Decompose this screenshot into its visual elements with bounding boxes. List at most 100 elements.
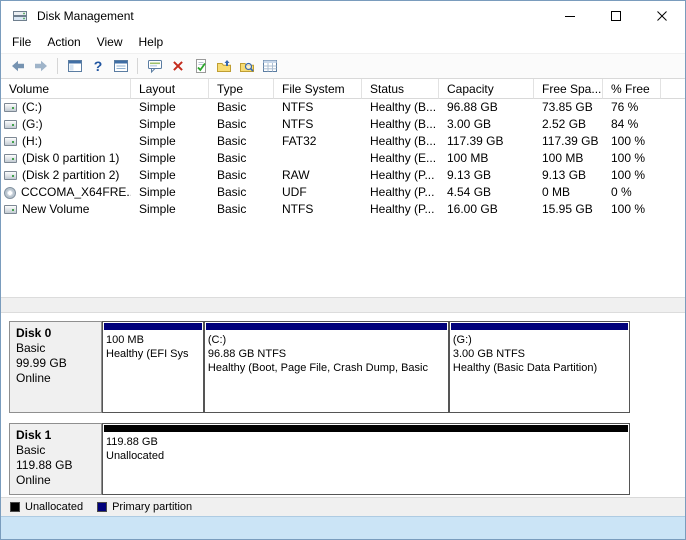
legend-swatch bbox=[10, 502, 20, 512]
cell-type: Basic bbox=[209, 133, 274, 150]
legend-swatch bbox=[97, 502, 107, 512]
partition-region[interactable]: (C:)96.88 GB NTFSHealthy (Boot, Page Fil… bbox=[204, 321, 449, 413]
menu-view[interactable]: View bbox=[89, 33, 131, 51]
partition-label: 3.00 GB NTFS bbox=[450, 347, 629, 361]
volume-name: CCCOMA_X64FRE... bbox=[21, 184, 131, 201]
title-bar-drag-area[interactable] bbox=[134, 1, 547, 31]
cd-drive-icon bbox=[4, 187, 16, 199]
disk-management-app-icon bbox=[12, 8, 28, 24]
legend-label: Unallocated bbox=[25, 501, 83, 513]
volume-table-body: (C:)SimpleBasicNTFSHealthy (B...96.88 GB… bbox=[1, 99, 685, 218]
disk-type: Basic bbox=[16, 341, 95, 356]
menu-help[interactable]: Help bbox=[131, 33, 172, 51]
back-icon[interactable] bbox=[6, 55, 29, 77]
volume-row[interactable]: (C:)SimpleBasicNTFSHealthy (B...96.88 GB… bbox=[1, 99, 685, 116]
column-header-free[interactable]: % Free bbox=[603, 79, 661, 99]
unallocated-region[interactable]: 119.88 GBUnallocated bbox=[102, 423, 630, 495]
cell-volume: New Volume bbox=[1, 201, 131, 218]
cell-free-spa: 9.13 GB bbox=[534, 167, 603, 184]
column-header-free-spa[interactable]: Free Spa... bbox=[534, 79, 603, 99]
cell-status: Healthy (E... bbox=[362, 150, 439, 167]
folder-search-icon[interactable] bbox=[235, 55, 258, 77]
cell-file-system: FAT32 bbox=[274, 133, 362, 150]
disk-header-disk-0[interactable]: Disk 0Basic99.99 GBOnline bbox=[9, 321, 102, 413]
unallocated-color-band bbox=[104, 425, 628, 432]
column-header-volume[interactable]: Volume bbox=[1, 79, 131, 99]
disk-size: 119.88 GB bbox=[16, 458, 95, 473]
volume-name: (H:) bbox=[22, 133, 42, 150]
partition-region[interactable]: (G:)3.00 GB NTFSHealthy (Basic Data Part… bbox=[449, 321, 630, 413]
partition-region[interactable]: 100 MBHealthy (EFI Sys bbox=[102, 321, 204, 413]
cell-volume: (G:) bbox=[1, 116, 131, 133]
minimize-button[interactable] bbox=[547, 1, 593, 31]
cell-volume: (H:) bbox=[1, 133, 131, 150]
properties-icon[interactable] bbox=[143, 55, 166, 77]
volume-list-pane: VolumeLayoutTypeFile SystemStatusCapacit… bbox=[1, 79, 685, 297]
disk-partitions: 100 MBHealthy (EFI Sys(C:)96.88 GB NTFSH… bbox=[102, 321, 630, 413]
cell-layout: Simple bbox=[131, 184, 209, 201]
partition-label: (C:) bbox=[205, 333, 448, 347]
cell-type: Basic bbox=[209, 184, 274, 201]
export-list-icon[interactable] bbox=[109, 55, 132, 77]
menu-action[interactable]: Action bbox=[39, 33, 88, 51]
column-header-type[interactable]: Type bbox=[209, 79, 274, 99]
partition-label: (G:) bbox=[450, 333, 629, 347]
volume-name: (Disk 0 partition 1) bbox=[22, 150, 119, 167]
forward-icon[interactable] bbox=[29, 55, 52, 77]
check-document-icon[interactable] bbox=[189, 55, 212, 77]
menu-bar: FileActionViewHelp bbox=[1, 31, 685, 53]
menu-file[interactable]: File bbox=[4, 33, 39, 51]
console-tree-icon[interactable] bbox=[63, 55, 86, 77]
cell-volume: CCCOMA_X64FRE... bbox=[1, 184, 131, 201]
primary-color-band bbox=[206, 323, 447, 330]
volume-row[interactable]: (Disk 2 partition 2)SimpleBasicRAWHealth… bbox=[1, 167, 685, 184]
cell-type: Basic bbox=[209, 99, 274, 116]
cell-status: Healthy (B... bbox=[362, 99, 439, 116]
cell-file-system: NTFS bbox=[274, 201, 362, 218]
volume-row[interactable]: (Disk 0 partition 1)SimpleBasicHealthy (… bbox=[1, 150, 685, 167]
volume-drive-icon bbox=[4, 205, 17, 214]
maximize-button[interactable] bbox=[593, 1, 639, 31]
cell-free: 0 % bbox=[603, 184, 661, 201]
volume-name: (C:) bbox=[22, 99, 42, 116]
volume-row[interactable]: (H:)SimpleBasicFAT32Healthy (B...117.39 … bbox=[1, 133, 685, 150]
cell-layout: Simple bbox=[131, 201, 209, 218]
cell-free: 84 % bbox=[603, 116, 661, 133]
cell-type: Basic bbox=[209, 116, 274, 133]
help-icon[interactable]: ? bbox=[86, 55, 109, 77]
detail-view-icon[interactable] bbox=[258, 55, 281, 77]
cell-status: Healthy (P... bbox=[362, 184, 439, 201]
disk-management-window: Disk Management FileActionViewHelp ? Vol… bbox=[0, 0, 686, 540]
cell-type: Basic bbox=[209, 150, 274, 167]
partition-label: 119.88 GB bbox=[103, 435, 629, 449]
cell-free: 100 % bbox=[603, 167, 661, 184]
pane-splitter[interactable] bbox=[1, 297, 685, 313]
column-header-layout[interactable]: Layout bbox=[131, 79, 209, 99]
volume-row[interactable]: (G:)SimpleBasicNTFSHealthy (B...3.00 GB2… bbox=[1, 116, 685, 133]
toolbar: ? bbox=[1, 53, 685, 79]
delete-icon[interactable] bbox=[166, 55, 189, 77]
column-header-capacity[interactable]: Capacity bbox=[439, 79, 534, 99]
close-button[interactable] bbox=[639, 1, 685, 31]
cell-status: Healthy (P... bbox=[362, 167, 439, 184]
volume-row[interactable]: New VolumeSimpleBasicNTFSHealthy (P...16… bbox=[1, 201, 685, 218]
cell-volume: (Disk 2 partition 2) bbox=[1, 167, 131, 184]
disk-row-disk-0: Disk 0Basic99.99 GBOnline100 MBHealthy (… bbox=[9, 321, 685, 413]
primary-color-band bbox=[104, 323, 202, 330]
cell-capacity: 96.88 GB bbox=[439, 99, 534, 116]
column-header-status[interactable]: Status bbox=[362, 79, 439, 99]
toolbar-separator bbox=[57, 58, 58, 74]
disk-name: Disk 0 bbox=[16, 326, 95, 341]
cell-free-spa: 15.95 GB bbox=[534, 201, 603, 218]
volume-row[interactable]: CCCOMA_X64FRE...SimpleBasicUDFHealthy (P… bbox=[1, 184, 685, 201]
folder-up-icon[interactable] bbox=[212, 55, 235, 77]
cell-free-spa: 2.52 GB bbox=[534, 116, 603, 133]
cell-free: 100 % bbox=[603, 150, 661, 167]
partition-label: 96.88 GB NTFS bbox=[205, 347, 448, 361]
title-bar[interactable]: Disk Management bbox=[1, 1, 685, 31]
cell-free-spa: 73.85 GB bbox=[534, 99, 603, 116]
disk-header-disk-1[interactable]: Disk 1Basic119.88 GBOnline bbox=[9, 423, 102, 495]
cell-free: 100 % bbox=[603, 201, 661, 218]
column-header-file-system[interactable]: File System bbox=[274, 79, 362, 99]
cell-file-system: NTFS bbox=[274, 99, 362, 116]
